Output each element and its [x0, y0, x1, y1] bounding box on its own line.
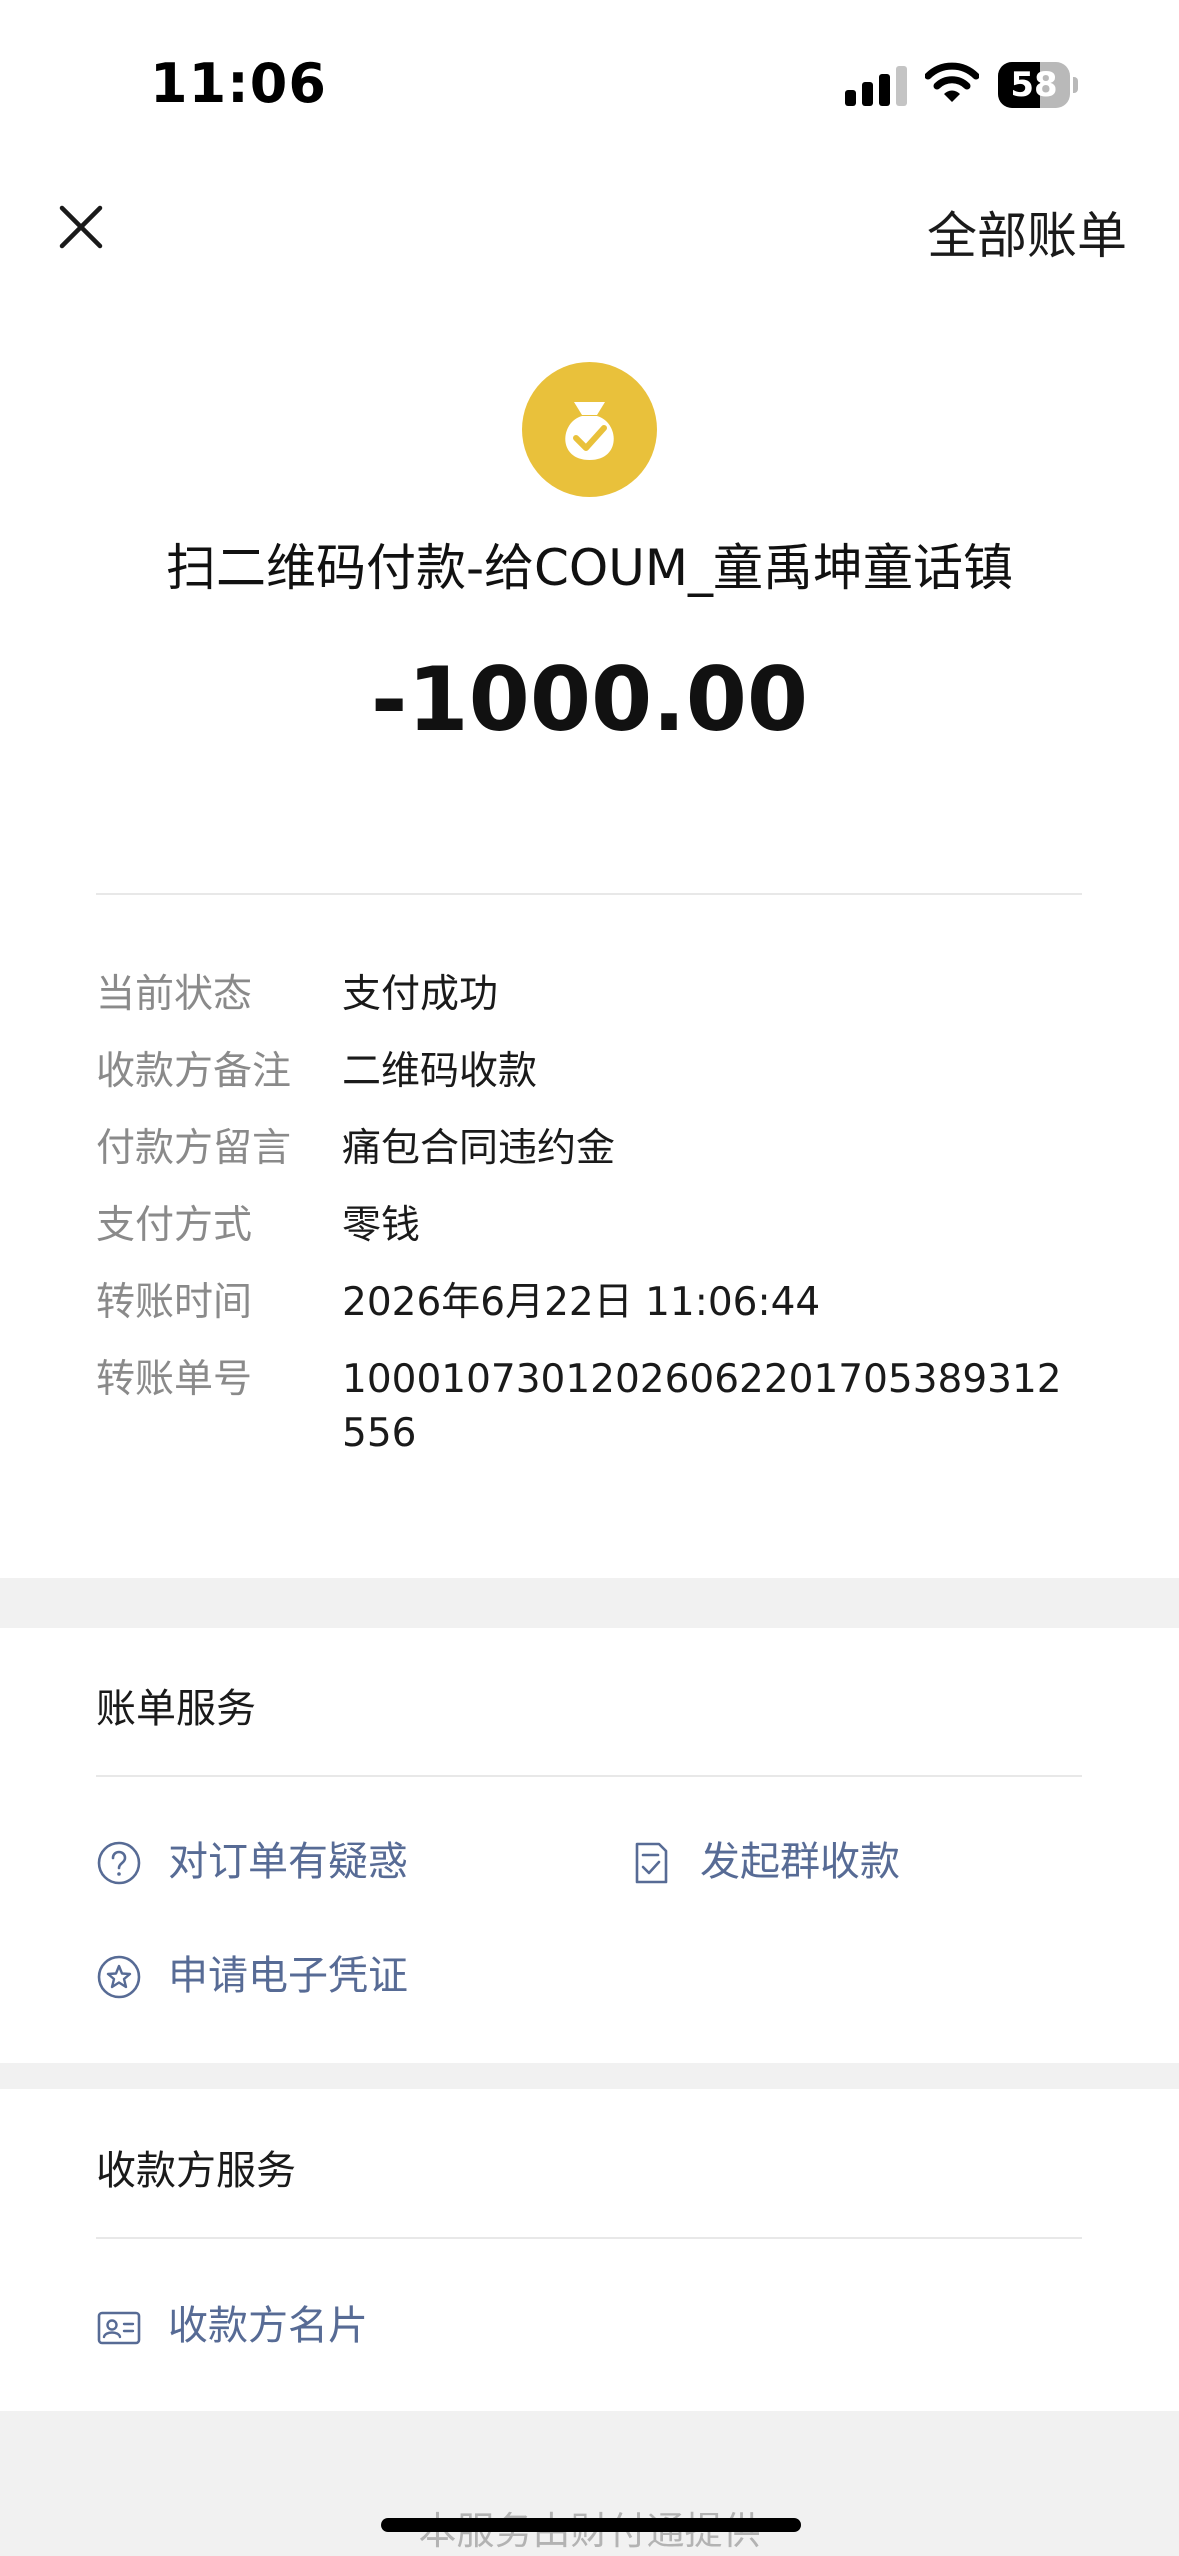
detail-label: 当前状态	[96, 972, 253, 1017]
wifi-icon	[924, 60, 980, 106]
section-separator	[0, 2063, 1179, 2089]
payment-amount: -1000.00	[370, 648, 809, 751]
detail-value: 支付成功	[342, 972, 499, 1017]
all-bills-link[interactable]: 全部账单	[927, 196, 1127, 268]
order-question-button[interactable]: 对订单有疑惑	[96, 1832, 516, 1892]
cellular-signal-icon	[845, 66, 907, 106]
detail-value: 二维码收款	[342, 1049, 538, 1094]
payee-card-button[interactable]: 收款方名片	[96, 2296, 516, 2356]
detail-label: 转账时间	[96, 1280, 253, 1325]
status-time: 11:06	[150, 52, 327, 115]
home-indicator[interactable]	[381, 2518, 801, 2532]
close-icon	[59, 205, 103, 249]
detail-label: 收款方备注	[96, 1049, 292, 1094]
group-collection-button[interactable]: 发起群收款	[628, 1832, 1048, 1892]
battery-indicator: 58	[998, 62, 1078, 108]
payee-services-title: 收款方服务	[96, 2148, 296, 2194]
detail-label: 支付方式	[96, 1203, 253, 1248]
divider	[96, 2237, 1082, 2239]
payee-card-label: 收款方名片	[168, 2303, 368, 2349]
group-collection-label: 发起群收款	[700, 1839, 900, 1885]
order-question-label: 对订单有疑惑	[168, 1839, 408, 1885]
close-button[interactable]	[50, 196, 112, 258]
money-bag-check-icon	[522, 362, 657, 497]
question-circle-icon	[97, 1841, 141, 1885]
detail-value: 2026年6月22日 11:06:44	[342, 1280, 821, 1325]
group-receipt-icon	[635, 1842, 668, 1884]
bill-services-title: 账单服务	[96, 1686, 256, 1732]
detail-label: 付款方留言	[96, 1126, 292, 1171]
divider	[96, 1775, 1082, 1777]
battery-level: 58	[1010, 65, 1058, 105]
transfer-number-value: 10001073012026062201705389312556	[342, 1357, 1062, 1456]
detail-value: 零钱	[342, 1203, 421, 1248]
e-voucher-button[interactable]: 申请电子凭证	[96, 1946, 516, 2006]
detail-label: 转账单号	[96, 1357, 253, 1402]
e-voucher-label: 申请电子凭证	[168, 1953, 408, 1999]
star-circle-icon	[97, 1955, 141, 1999]
business-card-icon	[97, 2311, 141, 2345]
detail-value: 痛包合同违约金	[342, 1126, 616, 1171]
divider	[96, 893, 1082, 895]
section-separator	[0, 1578, 1179, 1628]
payment-title: 扫二维码付款-给COUM_童禹坤童话镇	[165, 539, 1014, 597]
